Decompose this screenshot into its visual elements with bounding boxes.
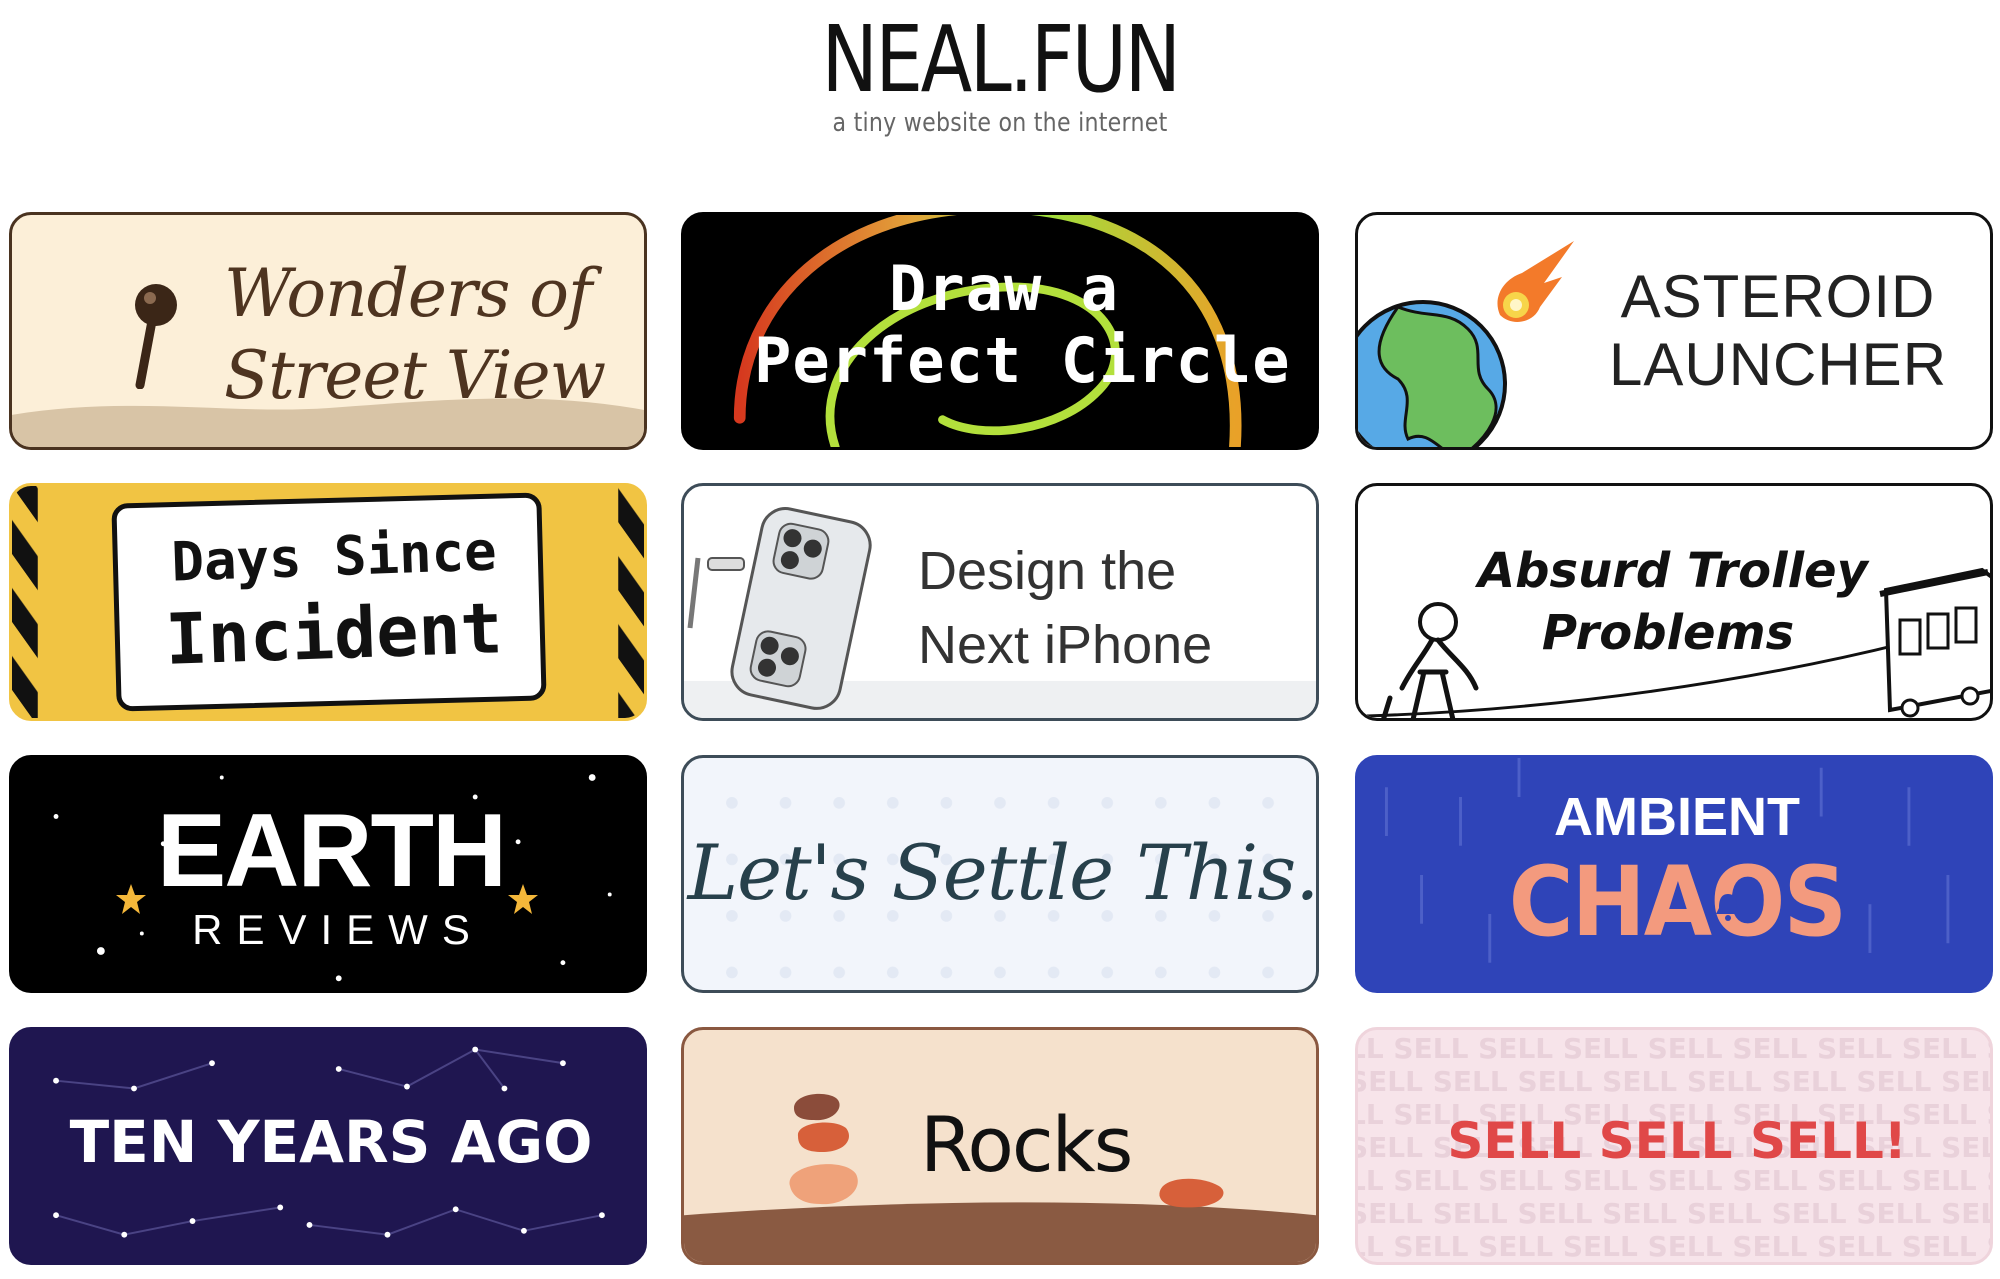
card-title-top: AMBIENT (1554, 787, 1800, 847)
person-icon (1381, 602, 1479, 718)
card-title: Absurd Trolley Problems (1478, 543, 1868, 661)
iphone-icon (687, 507, 872, 710)
card-title: ASTEROID LAUNCHER (1608, 263, 1948, 398)
project-grid: Wonders of Street View Draw a Perfect Ci… (9, 212, 1993, 1272)
project-card-ten-years-ago[interactable]: TEN YEARS AGO (9, 1027, 647, 1265)
site-title[interactable]: NEAL.FUN (180, 6, 1820, 113)
project-card-earth-reviews[interactable]: EARTH REVIEWS (9, 755, 647, 993)
card-title: Design the Next iPhone (918, 541, 1213, 675)
map-pin-icon (135, 284, 177, 389)
project-card-sell-sell-sell[interactable]: LL SELL SELL SELL SELL SELL SELL SELL SE… (1355, 1027, 1993, 1265)
site-tagline: a tiny website on the internet (832, 108, 1168, 138)
project-card-wonders-of-street-view[interactable]: Wonders of Street View (9, 212, 647, 450)
card-title: Let's Settle This. (687, 828, 1319, 917)
card-subtitle: REVIEWS (192, 906, 484, 953)
project-card-lets-settle-this[interactable]: Let's Settle This. (681, 755, 1319, 993)
card-title: SELL SELL SELL! (1447, 1112, 1907, 1170)
project-card-rocks[interactable]: Rocks (681, 1027, 1319, 1265)
site-header: NEAL.FUN a tiny website on the internet (0, 0, 2000, 150)
card-title: Draw a Perfect Circle (754, 252, 1291, 397)
card-title-line2: Incident (164, 587, 504, 681)
card-title: Wonders of Street View (224, 255, 606, 414)
project-card-days-since-incident[interactable]: Days Since Incident (9, 483, 647, 721)
card-title-bottom: CHAOS (1508, 846, 1847, 958)
project-card-draw-a-perfect-circle[interactable]: Draw a Perfect Circle (681, 212, 1319, 450)
project-card-absurd-trolley-problems[interactable]: Absurd Trolley Problems (1355, 483, 1993, 721)
card-title: Rocks (920, 1100, 1133, 1189)
bell-icon (1716, 894, 1740, 921)
asteroid-icon (1497, 241, 1574, 322)
rock-stack-icon (789, 1093, 858, 1205)
project-card-ambient-chaos[interactable]: AMBIENT CHAOS (1355, 755, 1993, 993)
project-card-asteroid-launcher[interactable]: ASTEROID LAUNCHER (1355, 212, 1993, 450)
card-title: EARTH (156, 793, 507, 909)
trolley-icon (1879, 567, 1990, 718)
card-title: TEN YEARS AGO (69, 1108, 593, 1176)
project-card-design-the-next-iphone[interactable]: Design the Next iPhone (681, 483, 1319, 721)
